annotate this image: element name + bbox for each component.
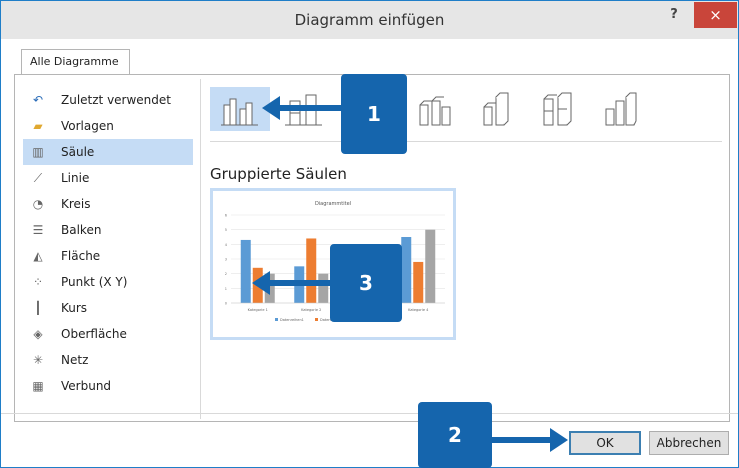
sidebar-item-label: Oberfläche: [61, 327, 127, 341]
sidebar-item-label: Vorlagen: [61, 119, 114, 133]
sidebar-item-pie[interactable]: ◔ Kreis: [23, 191, 193, 217]
combo-chart-icon: ▦: [32, 379, 44, 393]
callout-1-arrow: [262, 96, 342, 120]
sidebar-item-area[interactable]: ◭ Fläche: [23, 243, 193, 269]
title-bar: Diagramm einfügen ? ×: [1, 1, 738, 39]
callout-2: 2: [418, 402, 492, 468]
chart-title: Diagrammtitel: [315, 201, 351, 207]
legend-swatch: [275, 318, 278, 321]
scatter-chart-icon: ⁘: [32, 275, 44, 289]
subtype-clustered-column[interactable]: [210, 87, 270, 131]
clustered-column-icon: [221, 98, 258, 126]
subtype-3d-clustered-column[interactable]: [466, 87, 526, 131]
radar-chart-icon: ✳: [32, 353, 44, 367]
stock-chart-icon: ┃: [34, 301, 42, 315]
gallery-divider: [210, 141, 722, 142]
panel-divider: [200, 79, 201, 419]
subtype-3d-column[interactable]: [404, 87, 464, 131]
x-tick-label: Kategorie 1: [248, 308, 268, 312]
y-tick-label: 4: [225, 243, 228, 247]
column-chart-icon: ▥: [32, 145, 44, 159]
3d-stacked-column-icon: [543, 92, 572, 126]
sidebar-item-column[interactable]: ▥ Säule: [23, 139, 193, 165]
y-tick-label: 1: [225, 287, 227, 291]
ok-button[interactable]: OK: [569, 431, 641, 455]
surface-chart-icon: ◈: [33, 327, 43, 341]
sidebar-item-surface[interactable]: ◈ Oberfläche: [23, 321, 193, 347]
sidebar-item-label: Kreis: [61, 197, 91, 211]
y-tick-label: 5: [225, 228, 227, 232]
folder-icon: ▰: [33, 119, 43, 133]
sidebar-item-label: Balken: [61, 223, 102, 237]
callout-1: 1: [341, 74, 407, 154]
3d-column-variant-icon: [605, 92, 637, 126]
bar: [240, 239, 251, 303]
dialog-title: Diagramm einfügen: [294, 11, 445, 29]
cancel-button[interactable]: Abbrechen: [649, 431, 729, 455]
chart-type-list: ↶ Zuletzt verwendet ▰ Vorlagen ▥ Säule ⟋ Lin…: [23, 87, 193, 399]
insert-chart-dialog: Diagramm einfügen ? × Alle Diagramme ↶ Zu…: [0, 0, 739, 468]
subtype-3d-column-variant[interactable]: [590, 87, 650, 131]
bar: [425, 229, 436, 303]
sidebar-item-label: Säule: [61, 145, 95, 159]
sidebar-item-templates[interactable]: ▰ Vorlagen: [23, 113, 193, 139]
close-button[interactable]: ×: [694, 2, 737, 28]
sidebar-item-label: Fläche: [61, 249, 101, 263]
x-tick-label: Kategorie 2: [301, 308, 321, 312]
callout-3: 3: [330, 244, 402, 322]
y-tick-label: 2: [225, 272, 227, 276]
sidebar-item-label: Verbund: [61, 379, 112, 393]
callout-3-arrow: [252, 271, 332, 295]
sidebar-item-label: Linie: [61, 171, 90, 185]
bar: [401, 237, 412, 303]
sidebar-item-radar[interactable]: ✳ Netz: [23, 347, 193, 373]
callout-2-arrow: [490, 428, 568, 452]
sidebar-item-line[interactable]: ⟋ Linie: [23, 165, 193, 191]
subtype-3d-stacked-column[interactable]: [528, 87, 588, 131]
legend-swatch: [315, 318, 318, 321]
bar: [413, 261, 424, 303]
3d-clustered-column-icon: [483, 92, 509, 126]
legend-label: Datenreihen1: [280, 318, 304, 322]
sidebar-item-combo[interactable]: ▦ Verbund: [23, 373, 193, 399]
bar-chart-icon: ☰: [32, 223, 44, 237]
sidebar-item-recent[interactable]: ↶ Zuletzt verwendet: [23, 87, 193, 113]
sidebar-item-label: Netz: [61, 353, 89, 367]
pie-chart-icon: ◔: [32, 197, 44, 211]
sidebar-item-bar[interactable]: ☰ Balken: [23, 217, 193, 243]
sidebar-item-stock[interactable]: ┃ Kurs: [23, 295, 193, 321]
sidebar-item-label: Zuletzt verwendet: [61, 93, 171, 107]
x-tick-label: Kategorie 4: [408, 308, 429, 312]
preview-heading: Gruppierte Säulen: [210, 165, 347, 183]
line-chart-icon: ⟋: [33, 170, 43, 185]
y-tick-label: 6: [225, 214, 227, 218]
sidebar-item-label: Kurs: [61, 301, 88, 315]
tab-all-charts[interactable]: Alle Diagramme: [21, 49, 130, 75]
sidebar-item-scatter[interactable]: ⁘ Punkt (X Y): [23, 269, 193, 295]
recent-icon: ↶: [32, 93, 44, 107]
y-tick-label: 0: [225, 302, 227, 306]
help-button[interactable]: ?: [661, 7, 687, 29]
3d-column-icon: [419, 96, 451, 126]
area-chart-icon: ◭: [33, 249, 43, 263]
y-tick-label: 3: [225, 258, 227, 262]
sidebar-item-label: Punkt (X Y): [61, 275, 128, 289]
footer-divider: [1, 413, 738, 414]
